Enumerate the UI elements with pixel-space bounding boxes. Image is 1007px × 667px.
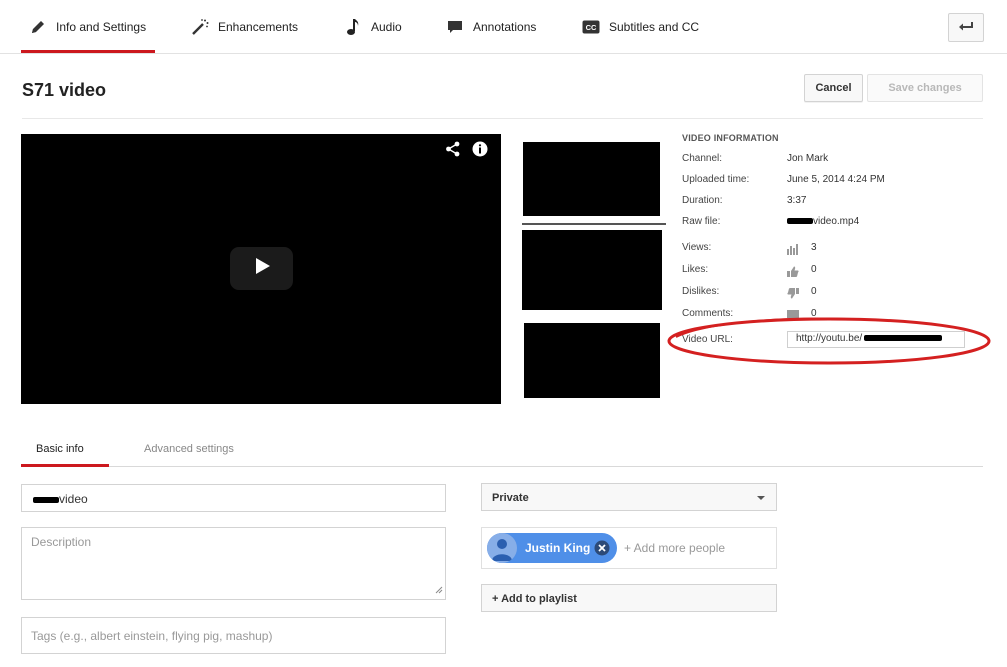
- video-url-field[interactable]: http://youtu.be/: [787, 331, 965, 348]
- thumbnail-option-2[interactable]: [522, 230, 662, 310]
- person-name: Justin King: [525, 541, 591, 555]
- bar-chart-icon: [787, 242, 799, 255]
- likes-value: 0: [811, 264, 817, 275]
- page-title: S71 video: [22, 80, 107, 100]
- views-label: Views:: [682, 242, 712, 253]
- tags-placeholder: Tags (e.g., albert einstein, flying pig,…: [31, 629, 273, 643]
- share-people-field[interactable]: Justin King + Add more people: [481, 527, 777, 569]
- title-input-text: video: [59, 492, 88, 506]
- tab-annotations[interactable]: Annotations: [446, 0, 536, 53]
- comments-value: 0: [811, 308, 817, 319]
- raw-file-value: video.mp4: [787, 216, 859, 227]
- back-button[interactable]: [948, 13, 984, 42]
- video-url-label: Video URL:: [682, 334, 733, 345]
- dislikes-value: 0: [811, 286, 817, 297]
- likes-label: Likes:: [682, 264, 709, 275]
- title-input[interactable]: video: [21, 484, 446, 512]
- channel-value: Jon Mark: [787, 153, 829, 164]
- tab-audio[interactable]: Audio: [344, 0, 402, 53]
- subtabs-divider: [21, 466, 983, 467]
- tab-label: Audio: [371, 19, 402, 34]
- redaction-mark: [787, 218, 813, 225]
- top-tab-bar: Info and Settings Enhancements Audio Ann…: [0, 0, 1007, 54]
- comment-icon: [787, 308, 799, 321]
- comments-label: Comments:: [682, 308, 734, 319]
- tab-label: Subtitles and CC: [609, 19, 700, 34]
- tab-info-and-settings[interactable]: Info and Settings: [20, 0, 156, 53]
- uploaded-time-value: June 5, 2014 4:24 PM: [787, 174, 885, 185]
- divider: [22, 118, 983, 119]
- tab-advanced-settings[interactable]: Advanced settings: [144, 443, 234, 455]
- add-to-playlist-button[interactable]: + Add to playlist: [481, 584, 777, 612]
- svg-text:CC: CC: [586, 23, 597, 32]
- privacy-selected-value: Private: [492, 492, 529, 504]
- tab-label: Annotations: [473, 19, 537, 34]
- video-url-text: http://youtu.be/: [796, 333, 863, 344]
- magic-wand-icon: [191, 18, 209, 36]
- share-icon[interactable]: [445, 141, 461, 162]
- pencil-icon: [29, 18, 47, 36]
- info-icon[interactable]: [472, 141, 488, 162]
- duration-label: Duration:: [682, 195, 723, 206]
- resize-grip-icon[interactable]: [435, 583, 443, 597]
- remove-person-icon[interactable]: [594, 540, 610, 561]
- caret-down-icon: [757, 496, 765, 500]
- thumbnail-selected-marker: [522, 223, 666, 225]
- thumbs-up-icon: [787, 264, 799, 277]
- uploaded-time-label: Uploaded time:: [682, 174, 750, 185]
- raw-file-label: Raw file:: [682, 216, 721, 227]
- speech-bubble-icon: [446, 18, 464, 36]
- active-tab-indicator: [21, 464, 109, 467]
- video-information-heading: VIDEO INFORMATION: [682, 133, 779, 143]
- cancel-button[interactable]: Cancel: [804, 74, 863, 102]
- description-placeholder: Description: [31, 535, 92, 549]
- play-icon: [253, 257, 271, 280]
- add-people-input[interactable]: + Add more people: [624, 541, 725, 555]
- views-value: 3: [811, 242, 817, 253]
- person-chip[interactable]: Justin King: [487, 533, 617, 563]
- video-player[interactable]: [21, 134, 501, 404]
- tab-label: Enhancements: [218, 19, 299, 34]
- thumbs-down-icon: [787, 286, 799, 299]
- tags-input[interactable]: Tags (e.g., albert einstein, flying pig,…: [21, 617, 446, 654]
- redaction-mark: [33, 496, 59, 503]
- tab-subtitles-and-cc[interactable]: CC Subtitles and CC: [582, 0, 699, 53]
- privacy-select[interactable]: Private: [481, 483, 777, 511]
- return-arrow-icon: [958, 19, 974, 37]
- cc-icon: CC: [582, 18, 600, 36]
- duration-value: 3:37: [787, 195, 807, 206]
- play-button[interactable]: [230, 247, 293, 290]
- redaction-mark: [864, 335, 943, 342]
- tab-enhancements[interactable]: Enhancements: [191, 0, 298, 53]
- avatar: [487, 533, 517, 563]
- music-note-icon: [344, 18, 362, 36]
- raw-file-name: video.mp4: [813, 216, 860, 227]
- save-changes-button[interactable]: Save changes: [867, 74, 983, 102]
- tab-label: Info and Settings: [56, 19, 147, 34]
- tab-basic-info[interactable]: Basic info: [36, 443, 84, 455]
- thumbnail-option-3[interactable]: [524, 323, 660, 398]
- dislikes-label: Dislikes:: [682, 286, 720, 297]
- description-textarea[interactable]: Description: [21, 527, 446, 600]
- thumbnail-option-1[interactable]: [523, 142, 660, 216]
- channel-label: Channel:: [682, 153, 723, 164]
